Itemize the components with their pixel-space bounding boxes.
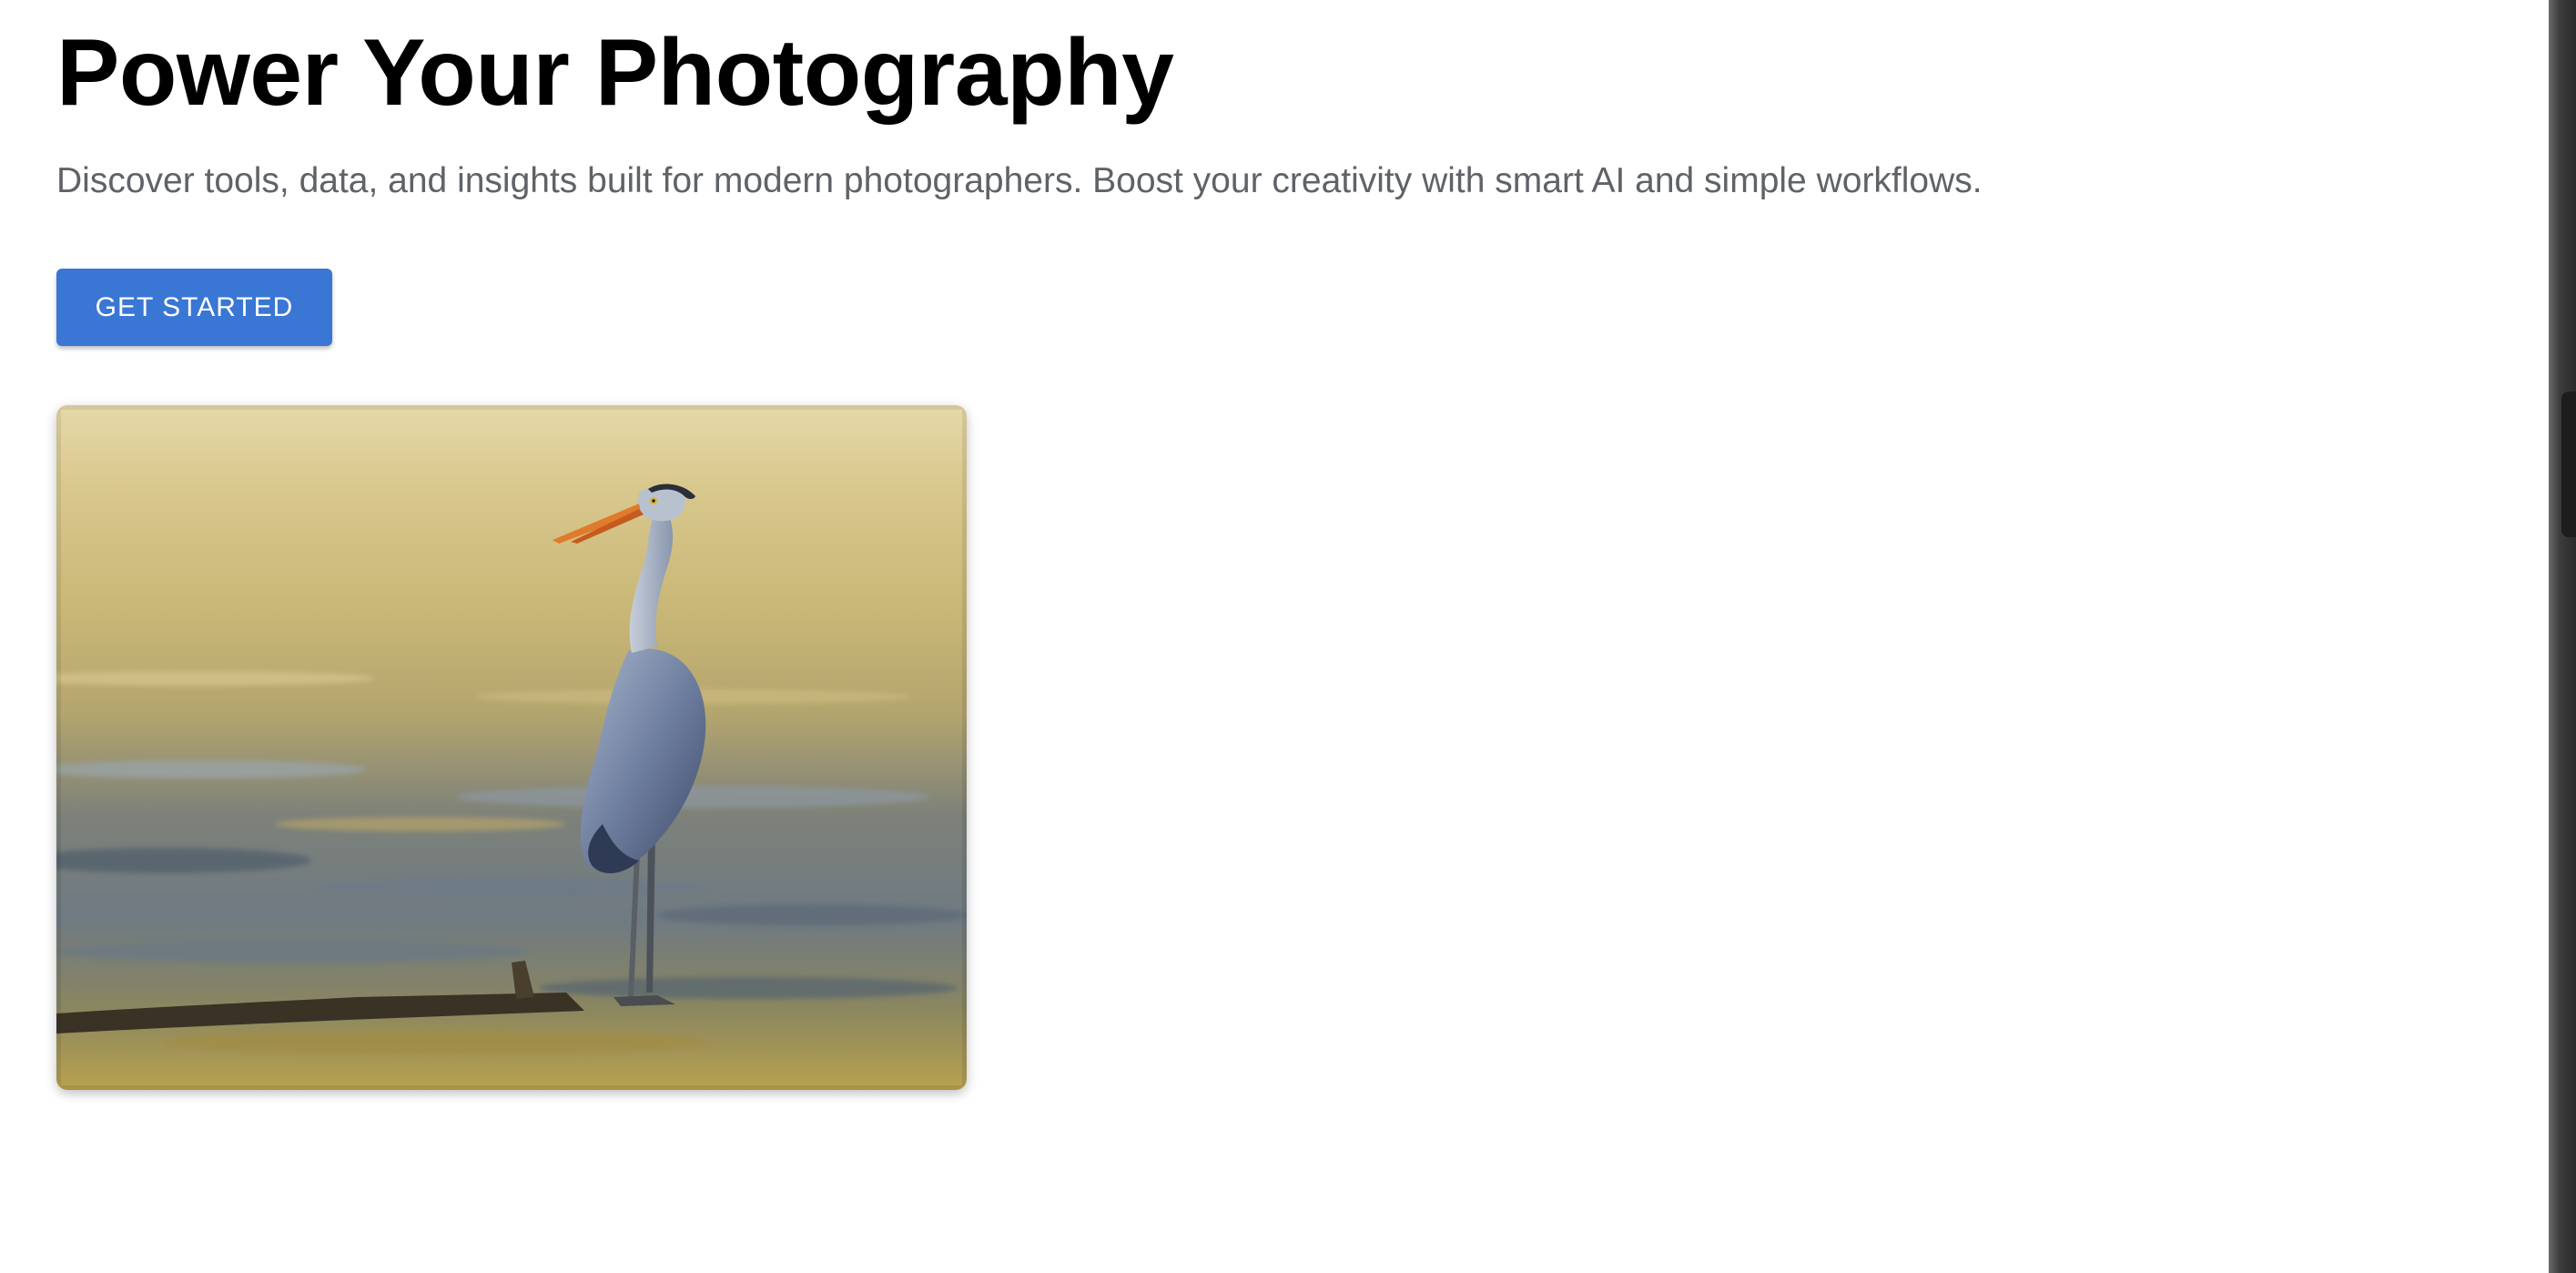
hero-subtitle: Discover tools, data, and insights built… <box>56 161 1983 200</box>
get-started-button[interactable]: GET STARTED <box>56 269 332 346</box>
page-title: Power Your Photography <box>56 20 1174 126</box>
landing-page: Power Your Photography Discover tools, d… <box>0 0 2576 1273</box>
heron-photo-image <box>56 405 967 1090</box>
heron-photo <box>56 405 967 1090</box>
window-scrollbar[interactable] <box>2549 0 2576 1273</box>
scrollbar-thumb[interactable] <box>2561 392 2576 537</box>
